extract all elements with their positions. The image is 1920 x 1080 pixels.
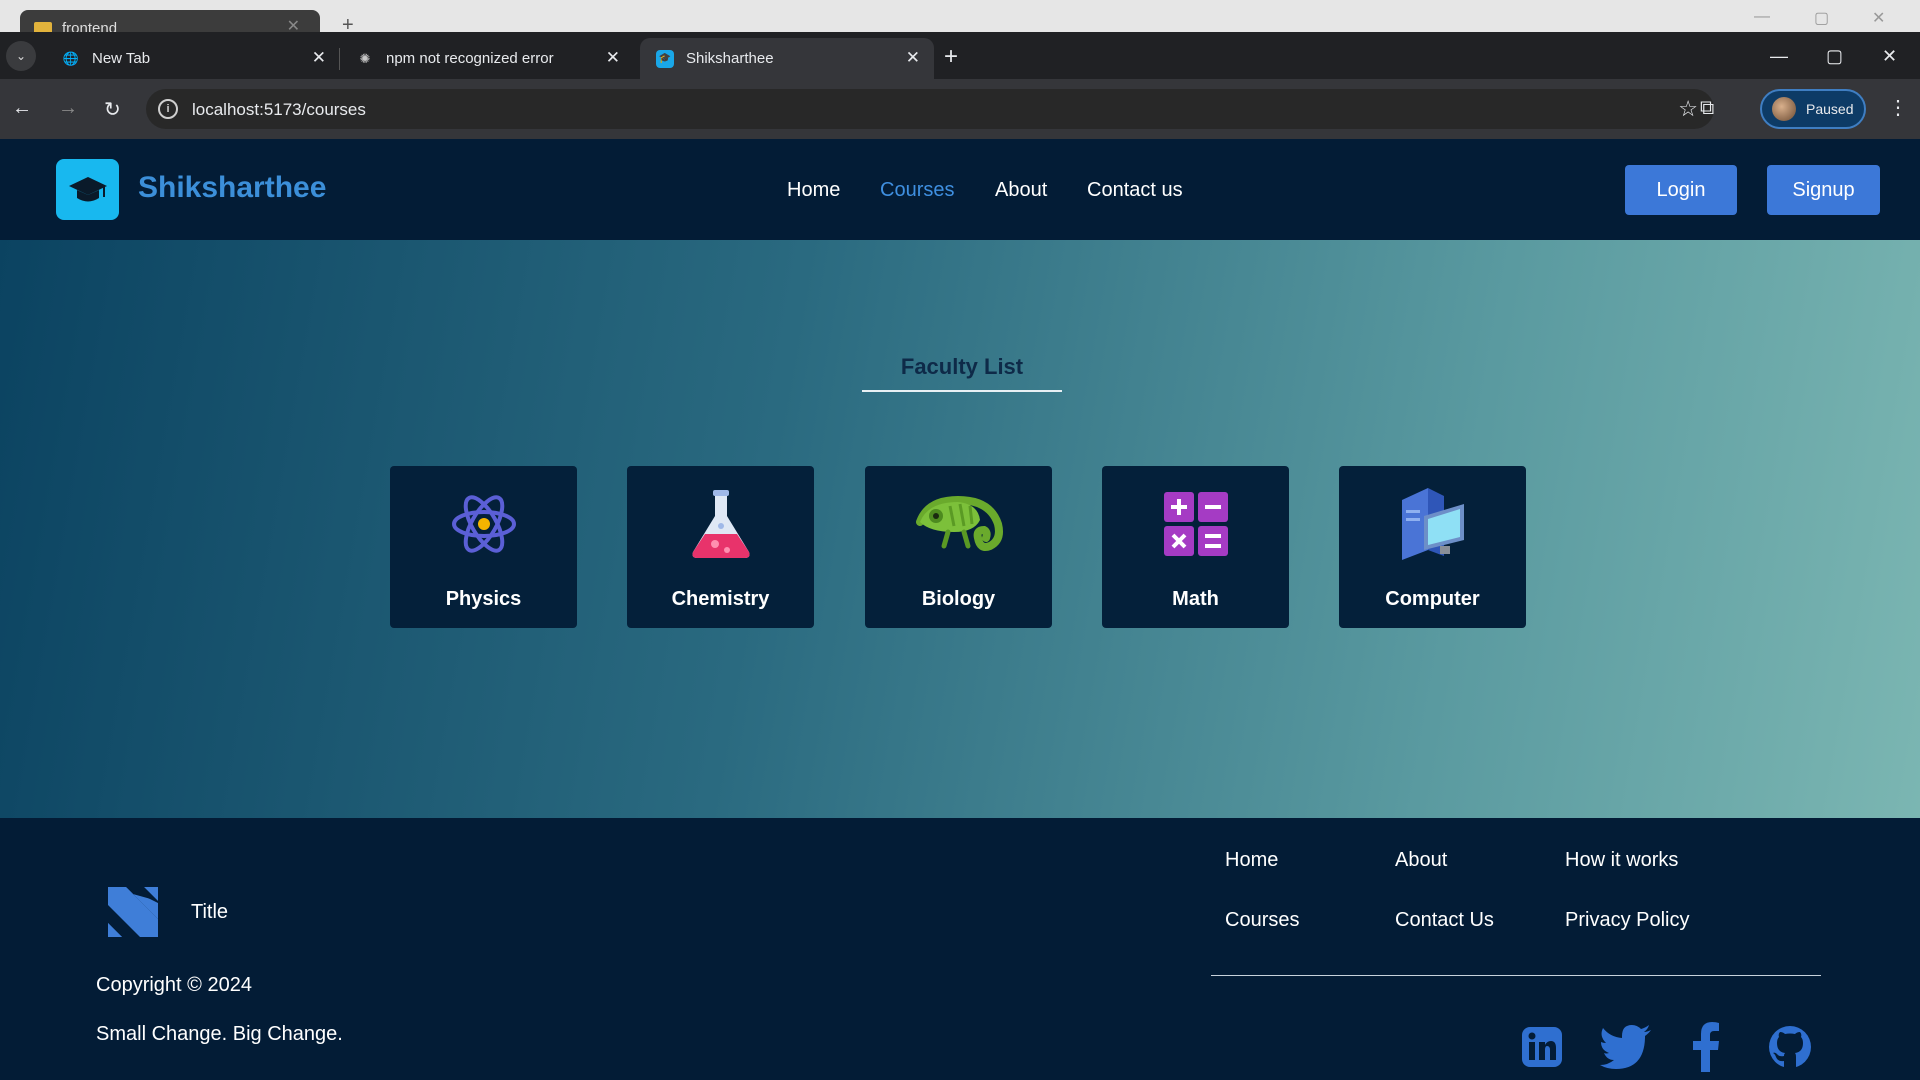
new-tab-button[interactable]: +	[944, 43, 958, 71]
url-field[interactable]: i localhost:5173/courses ☆	[146, 89, 1714, 129]
twitter-icon[interactable]	[1598, 1023, 1654, 1071]
folder-icon	[34, 22, 52, 32]
profile-status: Paused	[1806, 101, 1854, 117]
faculty-card-chemistry[interactable]: Chemistry	[627, 466, 814, 628]
footer-link-courses[interactable]: Courses	[1225, 909, 1299, 932]
background-window: frontend ✕ + — ▢ ✕	[0, 0, 1920, 36]
footer-slogan: Small Change. Big Change.	[96, 1023, 343, 1045]
bookmark-star-icon[interactable]: ☆	[1678, 96, 1698, 122]
nav-home[interactable]: Home	[787, 179, 840, 202]
minimize-icon[interactable]: —	[1754, 8, 1770, 26]
signup-button[interactable]: Signup	[1767, 165, 1880, 215]
avatar	[1772, 97, 1796, 121]
close-icon[interactable]: ✕	[312, 48, 326, 68]
linkedin-icon[interactable]	[1518, 1023, 1566, 1071]
globe-icon: 🌐	[62, 50, 80, 66]
back-icon[interactable]: ←	[12, 97, 32, 120]
nav-contact-us[interactable]: Contact us	[1087, 179, 1183, 202]
tab-shiksharthee[interactable]: 🎓 Shiksharthee ✕	[640, 38, 934, 79]
tab-npm-error[interactable]: ✺ npm not recognized error ✕	[340, 38, 634, 79]
background-tab-label: frontend	[62, 20, 118, 32]
tab-new-tab[interactable]: 🌐 New Tab ✕	[46, 38, 340, 79]
computer-icon	[1339, 486, 1526, 562]
faculty-card-biology[interactable]: Biology	[865, 466, 1052, 628]
footer-link-how-it-works[interactable]: How it works	[1565, 849, 1678, 872]
faculty-card-label: Computer	[1385, 588, 1480, 610]
site-header: Shiksharthee Home Courses About Contact …	[0, 139, 1920, 240]
faculty-card-computer[interactable]: Computer	[1339, 466, 1526, 628]
close-icon[interactable]: ✕	[1872, 8, 1885, 28]
nav-courses[interactable]: Courses	[880, 179, 954, 202]
close-icon[interactable]: ✕	[1882, 46, 1897, 67]
chameleon-icon	[865, 486, 1052, 562]
graduation-cap-icon: 🎓	[656, 49, 674, 68]
github-icon[interactable]	[1766, 1023, 1814, 1071]
faculty-card-label: Physics	[445, 588, 522, 610]
close-icon[interactable]: ✕	[906, 48, 920, 68]
close-icon[interactable]: ✕	[606, 48, 620, 68]
reload-icon[interactable]: ↻	[104, 97, 121, 122]
faculty-card-label: Biology	[921, 588, 996, 610]
flask-icon	[627, 486, 814, 562]
footer-link-about[interactable]: About	[1395, 849, 1447, 872]
faculty-section: Faculty List Physics Chemistry Biology M…	[0, 240, 1920, 818]
tab-label: New Tab	[92, 50, 151, 67]
footer-copyright: Copyright © 2024	[96, 974, 252, 996]
menu-icon[interactable]: ⋮	[1888, 95, 1908, 120]
chatgpt-icon: ✺	[359, 50, 371, 66]
graduation-cap-icon[interactable]	[56, 159, 119, 220]
footer-link-contact-us[interactable]: Contact Us	[1395, 909, 1494, 932]
site-info-icon[interactable]: i	[158, 99, 178, 119]
brand-name[interactable]: Shiksharthee	[138, 171, 326, 205]
address-bar: ← → ↻ i localhost:5173/courses ☆ ⧉ Pause…	[0, 79, 1920, 139]
faculty-card-label: Math	[1172, 588, 1219, 610]
faculty-card-label: Chemistry	[671, 588, 770, 610]
footer-logo-icon	[104, 883, 162, 941]
url-text[interactable]: localhost:5173/courses	[192, 100, 366, 120]
minimize-icon[interactable]: —	[1770, 46, 1788, 67]
footer-link-home[interactable]: Home	[1225, 849, 1278, 872]
facebook-icon[interactable]	[1682, 1022, 1730, 1072]
forward-icon[interactable]: →	[58, 97, 78, 120]
faculty-title: Faculty List	[862, 354, 1062, 392]
footer-title: Title	[191, 901, 229, 923]
tab-search-button[interactable]: ⌄	[6, 41, 36, 71]
site-footer: Title Copyright © 2024 Small Change. Big…	[0, 818, 1920, 1080]
footer-link-privacy-policy[interactable]: Privacy Policy	[1565, 909, 1689, 932]
maximize-icon[interactable]: ▢	[1826, 46, 1843, 67]
calculator-icon	[1102, 486, 1289, 562]
tab-label: Shiksharthee	[686, 50, 774, 67]
extensions-icon[interactable]: ⧉	[1700, 97, 1714, 120]
atom-icon	[390, 486, 577, 562]
faculty-card-math[interactable]: Math	[1102, 466, 1289, 628]
tab-bar: ⌄ 🌐 New Tab ✕ ✺ npm not recognized error…	[0, 32, 1920, 79]
footer-divider	[1211, 975, 1821, 976]
profile-button[interactable]: Paused	[1760, 89, 1866, 129]
nav-about[interactable]: About	[995, 179, 1047, 202]
tab-label: npm not recognized error	[386, 50, 554, 67]
faculty-card-physics[interactable]: Physics	[390, 466, 577, 628]
close-icon[interactable]: ✕	[287, 16, 300, 32]
login-button[interactable]: Login	[1625, 165, 1737, 215]
maximize-icon[interactable]: ▢	[1814, 8, 1829, 28]
background-window-tab[interactable]: frontend ✕	[20, 10, 320, 32]
